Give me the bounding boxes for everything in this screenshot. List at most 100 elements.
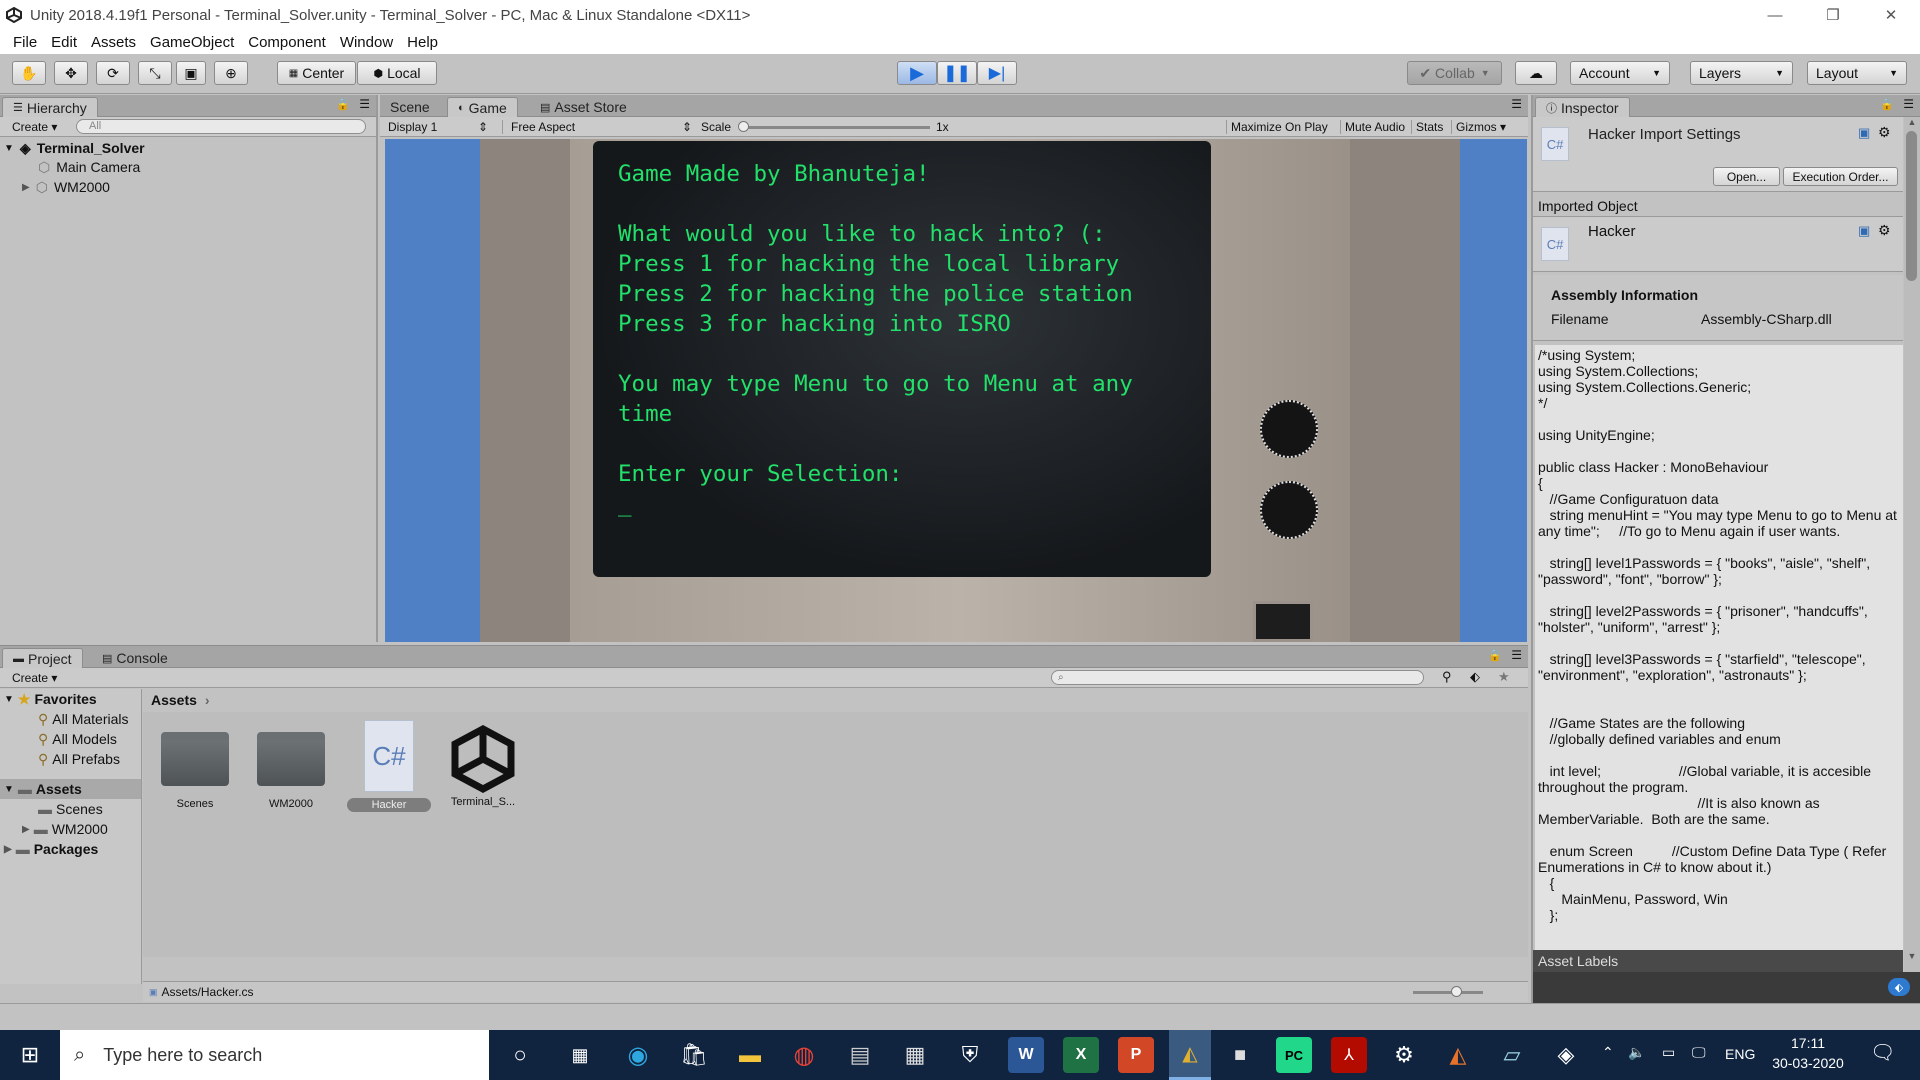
security-shield-icon[interactable]: ⛨ <box>952 1037 988 1073</box>
tab-console[interactable]: ▤ Console <box>92 648 178 668</box>
packages-node[interactable]: ▶ ▬ Packages <box>4 839 98 859</box>
notepad-icon[interactable]: ▱ <box>1494 1037 1530 1073</box>
panel-menu-icon[interactable]: ☰ <box>1903 97 1914 111</box>
acrobat-icon[interactable]: ⅄ <box>1331 1037 1367 1073</box>
volume-icon[interactable]: 🔈 <box>1628 1044 1645 1061</box>
restore-button[interactable]: ❐ <box>1804 0 1862 30</box>
layout-dropdown[interactable]: Layout ▼ <box>1807 61 1907 85</box>
inspector-scrollbar[interactable]: ▲ ▼ <box>1904 117 1920 977</box>
calculator-icon[interactable]: ▦ <box>897 1037 933 1073</box>
filter-by-type-icon[interactable]: ⚲ <box>1442 669 1452 685</box>
close-button[interactable]: ✕ <box>1862 0 1920 30</box>
play-button[interactable]: ▶ <box>897 61 937 85</box>
chrome-icon[interactable]: ◍ <box>786 1037 822 1073</box>
panel-menu-icon[interactable]: ☰ <box>1511 97 1522 111</box>
execution-order-button[interactable]: Execution Order... <box>1783 167 1898 186</box>
assets-node[interactable]: ▼ ▬ Assets <box>0 779 141 799</box>
asset-folder-wm2000[interactable]: ▶ ▬ WM2000 <box>22 819 108 839</box>
favorite-item[interactable]: ⚲ All Materials <box>38 709 129 729</box>
chevron-up-icon[interactable]: ⌃ <box>1602 1044 1614 1061</box>
task-view-icon[interactable]: ▦ <box>562 1037 598 1073</box>
language-indicator[interactable]: ENG <box>1725 1046 1755 1062</box>
collab-dropdown[interactable]: ✔ Collab ▼ <box>1407 61 1502 85</box>
terminal-screen[interactable]: Game Made by Bhanuteja! What would you l… <box>593 141 1211 577</box>
filter-by-label-icon[interactable]: ⬖ <box>1470 669 1480 685</box>
tab-inspector[interactable]: ⓘ Inspector <box>1535 97 1630 117</box>
file-explorer-icon[interactable]: ▬ <box>732 1037 768 1073</box>
asset-folder-scenes[interactable]: ▬ Scenes <box>38 799 103 819</box>
breadcrumb-assets[interactable]: Assets <box>151 692 197 708</box>
powerpoint-icon[interactable]: P <box>1118 1037 1154 1073</box>
create-dropdown[interactable]: Create ▾ <box>12 120 57 134</box>
excel-icon[interactable]: X <box>1063 1037 1099 1073</box>
display-dropdown[interactable]: Display 1 ⇕ <box>388 120 488 134</box>
hierarchy-search-input[interactable]: All <box>76 119 366 134</box>
mute-audio-toggle[interactable]: Mute Audio <box>1340 120 1405 134</box>
taskbar-search-box[interactable]: ⌕ Type here to search <box>60 1030 489 1080</box>
move-tool-button[interactable]: ✥ <box>54 61 88 85</box>
windows-start-icon[interactable]: ⊞ <box>12 1037 48 1073</box>
network-icon[interactable]: 🖵 <box>1692 1044 1706 1061</box>
favorites-node[interactable]: ▼ ★ Favorites <box>4 689 97 709</box>
create-dropdown[interactable]: Create ▾ <box>12 671 57 685</box>
cloud-button[interactable]: ☁ <box>1515 61 1557 85</box>
rotate-tool-button[interactable]: ⟳ <box>96 61 130 85</box>
pause-button[interactable]: ❚❚ <box>937 61 977 85</box>
scroll-up-arrow-icon[interactable]: ▲ <box>1904 117 1920 127</box>
project-search-input[interactable]: ⌕ <box>1051 670 1424 685</box>
label-tag-icon[interactable]: ⬖ <box>1888 978 1910 996</box>
edge-browser-icon[interactable]: ◉ <box>620 1037 656 1073</box>
aspect-dropdown[interactable]: Free Aspect ⇕ <box>502 120 692 134</box>
minimize-button[interactable]: — <box>1746 0 1804 30</box>
rect-tool-button[interactable]: ▣ <box>176 61 206 85</box>
settings-gear-icon[interactable]: ⚙ <box>1386 1037 1422 1073</box>
tab-asset-store[interactable]: ▤ Asset Store <box>530 97 637 117</box>
lock-icon[interactable]: 🔒 <box>1488 649 1502 662</box>
stats-toggle[interactable]: Stats <box>1411 120 1443 134</box>
photos-icon[interactable]: ▤ <box>842 1037 878 1073</box>
maximize-on-play-toggle[interactable]: Maximize On Play <box>1226 120 1328 134</box>
menu-file[interactable]: File <box>6 34 44 51</box>
word-icon[interactable]: W <box>1008 1037 1044 1073</box>
open-button[interactable]: Open... <box>1713 167 1780 186</box>
scale-slider-thumb[interactable] <box>738 121 749 132</box>
app-window-icon[interactable]: ■ <box>1222 1037 1258 1073</box>
hierarchy-item-wm2000[interactable]: ▶ ⬡ WM2000 <box>22 177 110 197</box>
favorite-item[interactable]: ⚲ All Prefabs <box>38 749 120 769</box>
scroll-down-arrow-icon[interactable]: ▼ <box>1904 951 1920 961</box>
notifications-icon[interactable]: 🗨 <box>1870 1040 1895 1065</box>
pivot-local-button[interactable]: ⬢ Local <box>357 61 437 85</box>
lock-icon[interactable]: 🔒 <box>1880 98 1894 111</box>
menu-gameobject[interactable]: GameObject <box>143 34 241 51</box>
grid-item-hacker[interactable]: C# Hacker <box>347 720 431 812</box>
pycharm-icon[interactable]: PC <box>1276 1037 1312 1073</box>
grid-item-scenes[interactable]: Scenes <box>161 732 229 810</box>
menu-window[interactable]: Window <box>333 34 400 51</box>
clock[interactable]: 17:11 30-03-2020 <box>1768 1033 1848 1073</box>
grid-item-terminal-scene[interactable]: Terminal_S... <box>443 724 523 808</box>
settings-gear-icon[interactable]: ⚙ <box>1878 124 1891 141</box>
matlab-icon[interactable]: ◭ <box>1169 1030 1211 1080</box>
battery-icon[interactable]: ▭ <box>1662 1044 1675 1061</box>
transform-tool-button[interactable]: ⊕ <box>214 61 248 85</box>
matlab-logo-icon[interactable]: ◭ <box>1440 1037 1476 1073</box>
grid-item-wm2000[interactable]: WM2000 <box>257 732 325 810</box>
unity-taskbar-icon[interactable]: ◈ <box>1548 1037 1584 1073</box>
tab-scene[interactable]: Scene <box>380 97 440 117</box>
tab-project[interactable]: ▬ Project <box>2 648 83 668</box>
gizmos-dropdown[interactable]: Gizmos ▾ <box>1451 120 1506 134</box>
hand-tool-button[interactable]: ✋ <box>12 61 46 85</box>
pivot-center-button[interactable]: ▦ Center <box>277 61 356 85</box>
help-icon[interactable]: ▣ <box>1858 125 1870 141</box>
store-icon[interactable]: 🛍 <box>676 1037 712 1073</box>
tab-game[interactable]: ◐ Game <box>447 97 518 117</box>
cortana-icon[interactable]: ○ <box>502 1037 538 1073</box>
lock-icon[interactable]: 🔒 <box>336 98 350 111</box>
help-icon[interactable]: ▣ <box>1858 223 1870 239</box>
step-button[interactable]: ▶| <box>977 61 1017 85</box>
menu-component[interactable]: Component <box>241 34 333 51</box>
settings-gear-icon[interactable]: ⚙ <box>1878 222 1891 239</box>
zoom-slider[interactable] <box>1413 986 1483 997</box>
scale-slider[interactable] <box>738 121 930 132</box>
panel-menu-icon[interactable]: ☰ <box>1511 648 1522 662</box>
